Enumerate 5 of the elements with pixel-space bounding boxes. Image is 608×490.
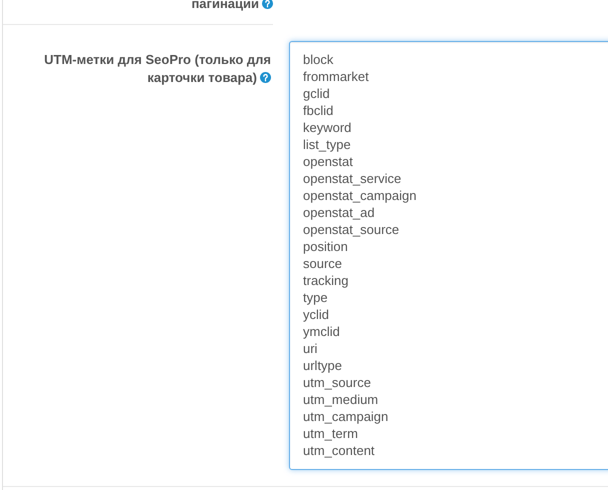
help-icon[interactable] <box>260 72 271 83</box>
help-icon[interactable] <box>262 0 273 9</box>
field-label: пагинации <box>191 0 273 12</box>
textarea-field[interactable]: block frommarket gclid fbclid keyword list_type openstat openstat_service openstat_campaign openstat_ad openstat_source position source tracking type yclid ymclid uri urltype utm_source utm_medium utm_campaign utm_term utm_content <box>289 41 608 470</box>
field-label: UTM-метки для SeoPro (только для карточки товара) <box>44 52 271 85</box>
